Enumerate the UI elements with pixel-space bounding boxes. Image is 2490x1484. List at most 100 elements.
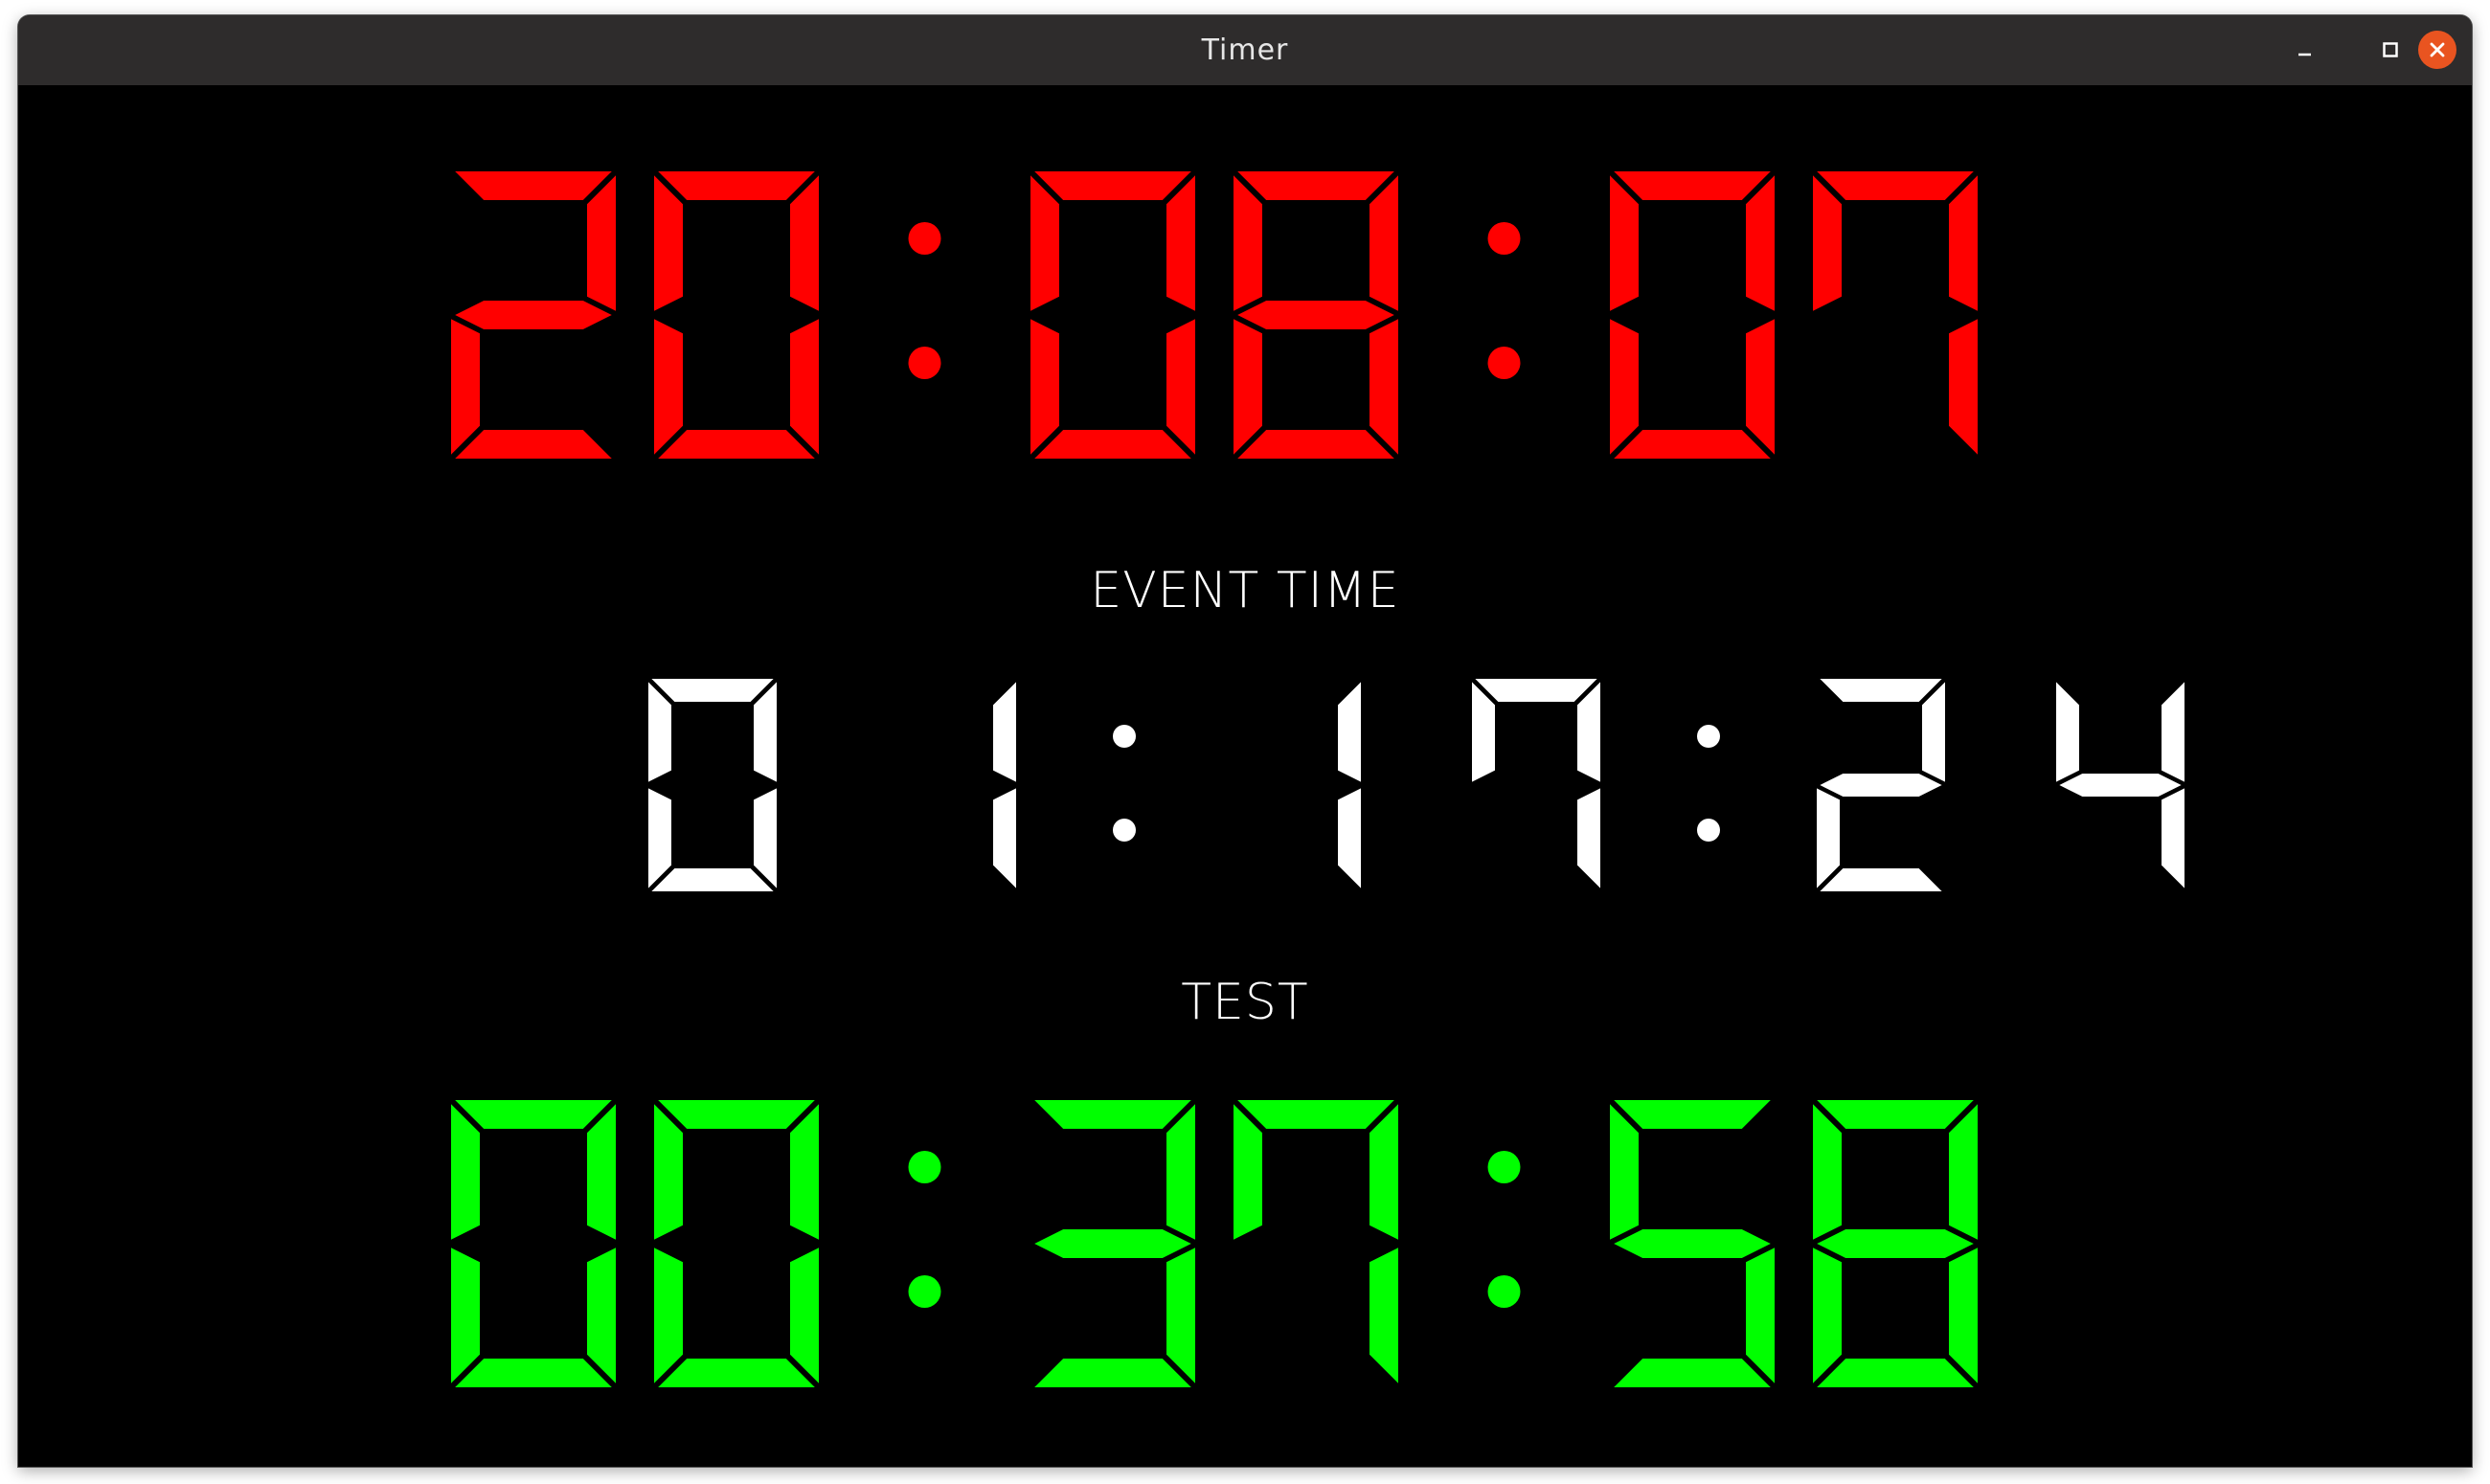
test-digit-1 — [654, 1100, 819, 1387]
event-digit-0-segment-b — [754, 682, 777, 782]
test-colon-1-dot-0 — [1487, 1151, 1521, 1183]
current-digit-1 — [654, 171, 819, 459]
test-digit-4 — [1610, 1100, 1775, 1387]
test-digit-3-segment-b — [1370, 1104, 1398, 1240]
current-digit-3-segment-f — [1234, 175, 1262, 311]
event-digit-3-segment-c — [1577, 788, 1600, 888]
test-digit-5-segment-e — [1813, 1248, 1842, 1383]
test-digit-0-segment-f — [451, 1104, 480, 1240]
test-digit-5-segment-c — [1949, 1248, 1978, 1383]
current-digit-5-segment-c — [1949, 319, 1978, 455]
current-digit-2-segment-d — [1034, 430, 1191, 459]
current-digit-3-segment-c — [1370, 319, 1398, 455]
current-digit-5-segment-a — [1817, 171, 1974, 200]
current-digit-0-segment-e — [451, 319, 480, 455]
current-digit-1-segment-d — [658, 430, 815, 459]
event-digit-3-segment-f — [1472, 682, 1495, 782]
current-digit-1-segment-b — [790, 175, 819, 311]
test-digit-5-segment-d — [1817, 1359, 1974, 1387]
event-digit-1 — [993, 682, 1016, 888]
test-digit-4-segment-g — [1614, 1229, 1771, 1258]
current-digit-0-segment-d — [455, 430, 612, 459]
test-digit-0-segment-b — [587, 1104, 616, 1240]
event-colon-0-dot-1 — [1113, 819, 1136, 842]
event-colon-1-dot-1 — [1697, 819, 1720, 842]
current-digit-1-segment-f — [654, 175, 683, 311]
event-digit-0-segment-e — [648, 788, 671, 888]
event-digit-3 — [1472, 679, 1600, 888]
current-digit-5-segment-b — [1949, 175, 1978, 311]
current-time-clock — [451, 171, 1978, 459]
test-digit-1-segment-a — [658, 1100, 815, 1129]
current-digit-4-segment-b — [1746, 175, 1775, 311]
test-digit-2-segment-d — [1034, 1359, 1191, 1387]
test-digit-2-segment-b — [1166, 1104, 1195, 1240]
test-digit-4-segment-f — [1610, 1104, 1639, 1240]
test-digit-5-segment-g — [1817, 1229, 1974, 1258]
current-digit-2-segment-a — [1034, 171, 1191, 200]
event-digit-2-segment-c — [1338, 788, 1361, 888]
test-digit-0 — [451, 1100, 616, 1387]
event-digit-5-segment-c — [2162, 788, 2184, 888]
current-colon-0-dot-0 — [908, 222, 941, 255]
current-digit-3-segment-a — [1237, 171, 1394, 200]
test-digit-2-segment-a — [1034, 1100, 1191, 1129]
current-digit-0-segment-a — [455, 171, 612, 200]
test-colon-0-dot-1 — [908, 1275, 941, 1308]
test-digit-0-segment-c — [587, 1248, 616, 1383]
event-digit-5-segment-b — [2162, 682, 2184, 782]
test-digit-1-segment-e — [654, 1248, 683, 1383]
current-digit-4 — [1610, 171, 1775, 459]
test-digit-3-segment-c — [1370, 1248, 1398, 1383]
event-digit-3-segment-a — [1475, 679, 1597, 702]
title-bar[interactable]: Timer — [18, 15, 2472, 85]
event-time-label: EVENT TIME — [1090, 562, 1400, 619]
event-digit-4-segment-e — [1817, 788, 1840, 888]
current-colon-1-dot-0 — [1487, 222, 1521, 255]
maximize-button[interactable] — [2371, 31, 2410, 69]
event-digit-2-segment-b — [1338, 682, 1361, 782]
current-digit-3-segment-g — [1237, 301, 1394, 329]
current-digit-3-segment-b — [1370, 175, 1398, 311]
test-digit-4-segment-c — [1746, 1248, 1775, 1383]
current-digit-2-segment-e — [1030, 319, 1059, 455]
close-button[interactable] — [2418, 31, 2456, 69]
event-digit-5 — [2056, 682, 2184, 888]
current-digit-3-segment-e — [1234, 319, 1262, 455]
current-digit-5 — [1813, 171, 1978, 455]
test-timer-clock — [451, 1100, 1978, 1387]
event-digit-0-segment-d — [651, 868, 774, 891]
test-timer-label: TEST — [1181, 974, 1309, 1031]
current-digit-0 — [451, 171, 616, 459]
current-digit-4-segment-a — [1614, 171, 1771, 200]
minimize-button[interactable] — [2285, 31, 2323, 69]
event-digit-0 — [648, 679, 777, 891]
current-digit-2-segment-b — [1166, 175, 1195, 311]
current-digit-4-segment-d — [1614, 430, 1771, 459]
current-digit-1-segment-e — [654, 319, 683, 455]
event-digit-0-segment-c — [754, 788, 777, 888]
event-digit-5-segment-f — [2056, 682, 2079, 782]
event-colon-1-dot-0 — [1697, 725, 1720, 748]
current-digit-2 — [1030, 171, 1195, 459]
current-digit-4-segment-f — [1610, 175, 1639, 311]
test-digit-1-segment-f — [654, 1104, 683, 1240]
test-digit-0-segment-d — [455, 1359, 612, 1387]
event-digit-4-segment-g — [1820, 774, 1942, 797]
test-digit-4-segment-a — [1614, 1100, 1771, 1129]
test-digit-1-segment-d — [658, 1359, 815, 1387]
test-digit-3-segment-f — [1234, 1104, 1262, 1240]
current-digit-5-segment-f — [1813, 175, 1842, 311]
timer-window: Timer EVENT TIME TEST — [18, 15, 2472, 1467]
test-digit-2 — [1034, 1100, 1195, 1387]
event-colon-0-dot-0 — [1113, 725, 1136, 748]
test-digit-0-segment-a — [455, 1100, 612, 1129]
event-digit-4-segment-d — [1820, 868, 1942, 891]
test-digit-5-segment-a — [1817, 1100, 1974, 1129]
current-digit-0-segment-b — [587, 175, 616, 311]
event-digit-1-segment-c — [993, 788, 1016, 888]
event-digit-2 — [1338, 682, 1361, 888]
timer-display: EVENT TIME TEST — [18, 85, 2472, 1467]
close-icon — [2430, 42, 2445, 57]
test-digit-5 — [1813, 1100, 1978, 1387]
